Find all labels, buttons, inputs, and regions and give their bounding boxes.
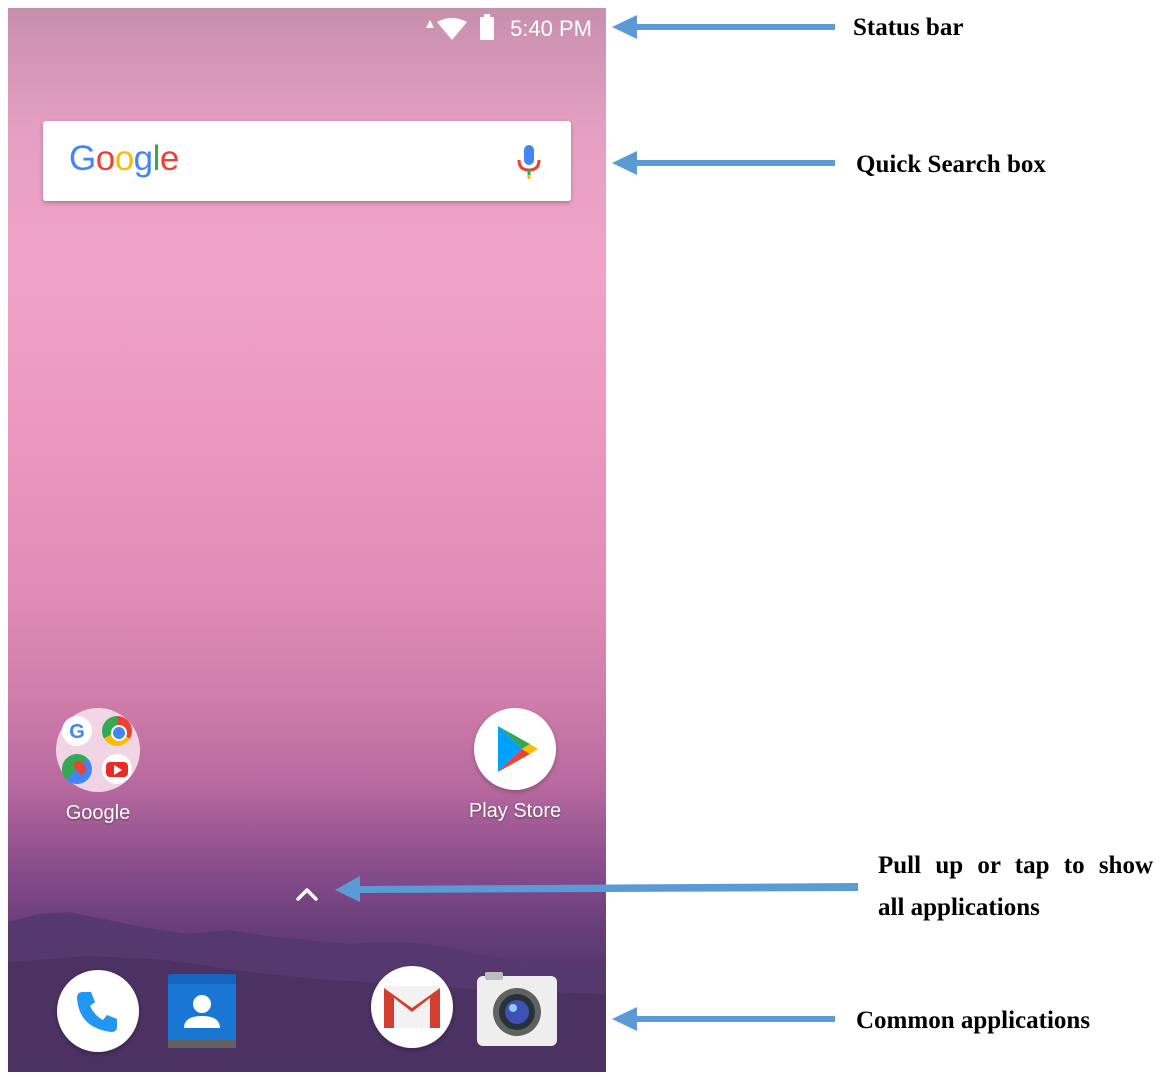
label-status-bar: Status bar (853, 14, 964, 41)
label-common-applications: Common applications (856, 1007, 1091, 1034)
arrow-quick-search (612, 151, 835, 175)
arrow-pull-up (335, 876, 858, 902)
label-pull-up-line1: Pull up or tap to show (878, 852, 1154, 879)
arrow-common-apps (612, 1007, 835, 1031)
label-pull-up-line2: all applications (878, 894, 1040, 921)
arrow-status-bar (612, 15, 835, 39)
label-quick-search-box: Quick Search box (856, 151, 1046, 178)
